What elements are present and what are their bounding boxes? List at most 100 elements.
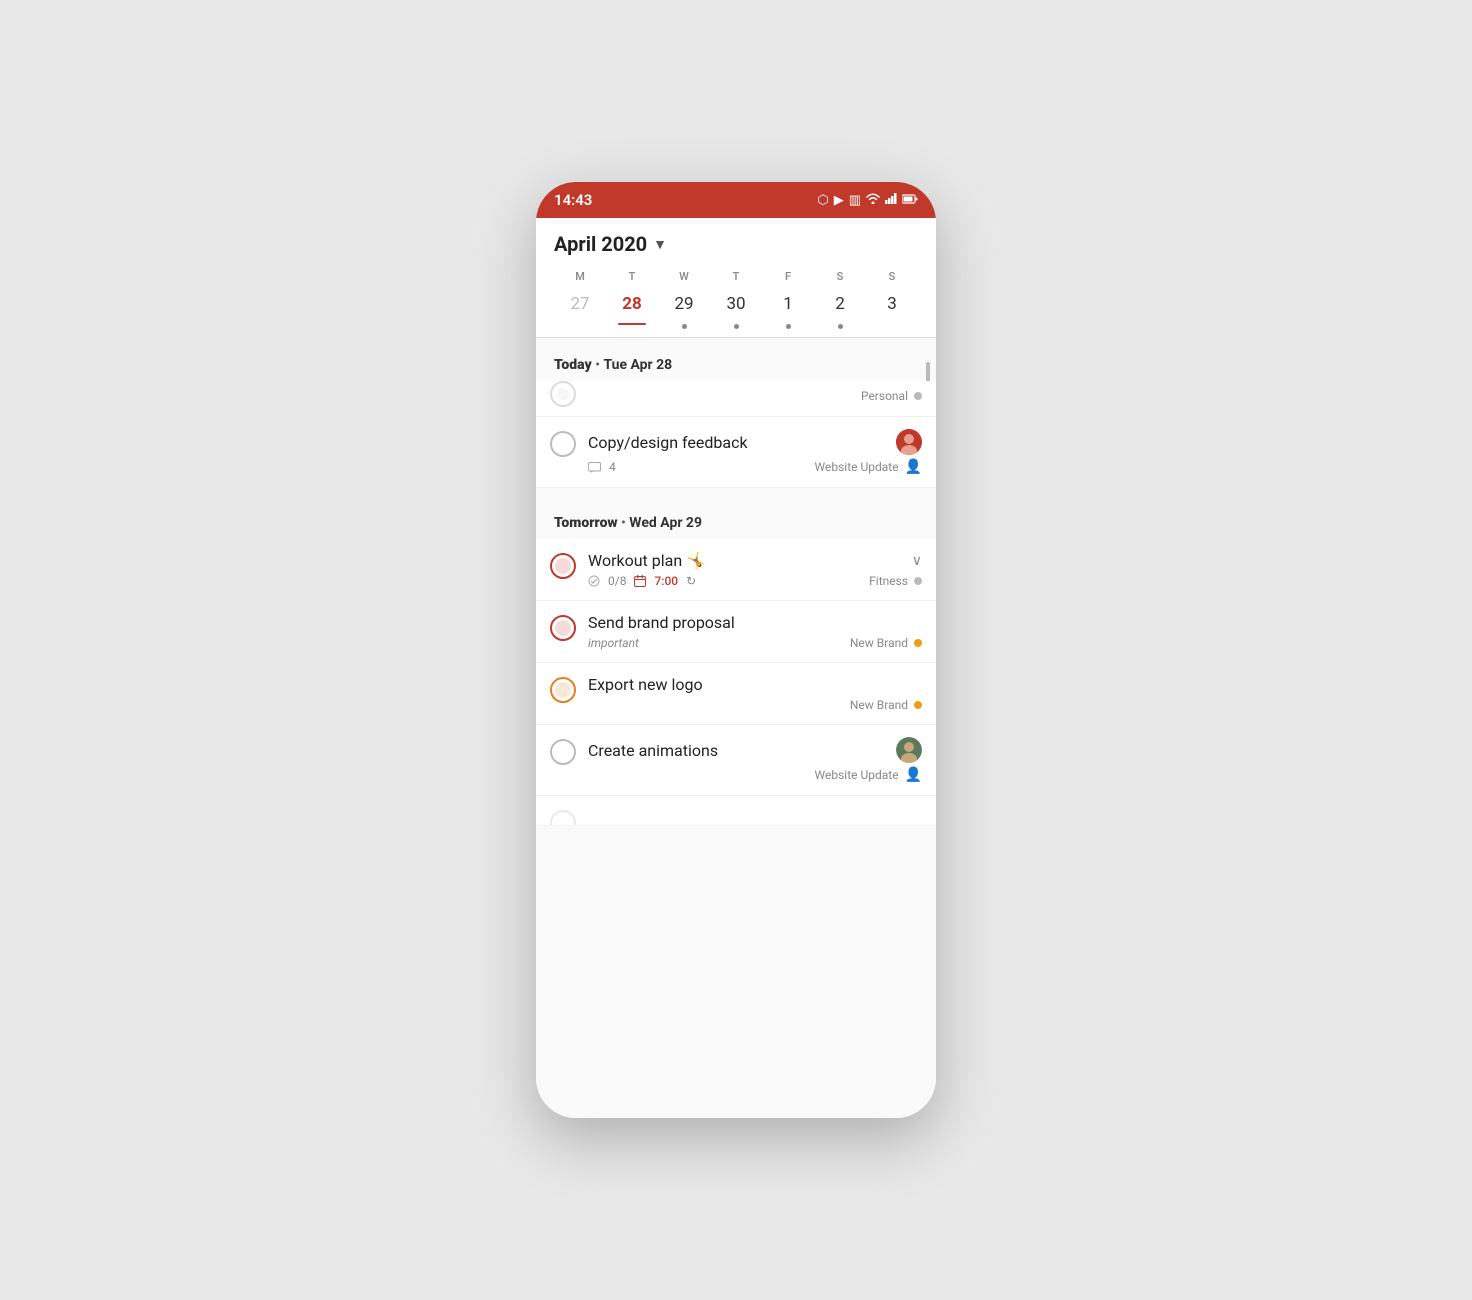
copy-design-checkbox[interactable] [550,431,576,457]
workout-plan-name: Workout plan 🤸 [588,551,706,570]
create-animations-checkbox[interactable] [550,739,576,765]
send-brand-meta: important New Brand [588,636,922,650]
day-num-27: 27 [563,287,597,321]
shared-person-icon: 👤 [905,459,922,475]
create-animations-task-item[interactable]: Create animations [536,725,936,796]
copy-design-meta: 4 Website Update 👤 [588,459,922,475]
workout-plan-body: Workout plan 🤸 ∨ 0/8 [588,551,922,588]
vibrate-icon: ▥ [849,193,861,208]
personal-task-body: Personal [588,385,922,403]
day-col-mon[interactable]: M 27 [554,270,606,333]
copy-design-task-item[interactable]: Copy/design feedback [536,417,936,488]
workout-plan-checkbox[interactable] [550,553,576,579]
month-row[interactable]: April 2020 ▼ [554,232,918,256]
export-logo-project-label: New Brand [850,698,908,712]
day-col-tue[interactable]: T 28 [606,270,658,333]
personal-task-checkbox[interactable] [550,381,576,407]
tomorrow-label: Tomorrow [554,515,618,531]
subtask-icon [588,575,600,587]
copy-design-body: Copy/design feedback [588,429,922,475]
status-icons-group: ⬡ ▶ ▥ [817,193,918,208]
export-logo-meta-right: New Brand [850,698,922,712]
day-col-thu[interactable]: T 30 [710,270,762,333]
send-brand-project-label: New Brand [850,636,908,650]
calendar-header: April 2020 ▼ M 27 T 28 W 29 [536,218,936,338]
calendar-icon [634,575,646,587]
week-row: M 27 T 28 W 29 T 30 [554,270,918,337]
export-logo-meta: New Brand [588,698,922,712]
month-title: April 2020 [554,232,647,256]
day-letter-sat: S [837,270,844,283]
status-time: 14:43 [554,191,592,209]
day-letter-thu: T [733,270,740,283]
day-col-sun[interactable]: S 3 [866,270,918,333]
tomorrow-section-header: Tomorrow • Wed Apr 29 [536,496,936,539]
export-logo-title-row: Export new logo [588,675,922,694]
today-date: Tue Apr 28 [603,357,672,373]
send-brand-body: Send brand proposal important New Brand [588,613,922,650]
day-num-1: 1 [771,287,805,321]
battery-icon [902,193,918,208]
personal-project-dot [914,392,922,400]
day-col-sat[interactable]: S 2 [814,270,866,333]
day-num-30: 30 [719,287,753,321]
day-letter-tue: T [629,270,636,283]
repeat-icon: ↻ [686,574,696,588]
send-brand-title-row: Send brand proposal [588,613,922,632]
wifi-icon [866,193,880,208]
copy-design-name: Copy/design feedback [588,433,748,452]
subtask-count: 0/8 [608,574,626,588]
tomorrow-task-list: Workout plan 🤸 ∨ 0/8 [536,539,936,826]
personal-task-meta-right: Personal [861,389,922,403]
day-letter-sun: S [889,270,896,283]
send-brand-checkbox[interactable] [550,615,576,641]
create-animations-body: Create animations [588,737,922,783]
day-col-fri[interactable]: F 1 [762,270,814,333]
create-animations-meta-right: Website Update 👤 [815,767,922,783]
export-logo-name: Export new logo [588,675,703,694]
day-letter-mon: M [575,270,585,283]
workout-plan-meta: 0/8 7:00 ↻ [588,574,922,588]
month-dropdown-icon[interactable]: ▼ [653,236,667,253]
day-num-3: 3 [875,287,909,321]
workout-plan-task-item[interactable]: Workout plan 🤸 ∨ 0/8 [536,539,936,601]
workout-plan-chevron[interactable]: ∨ [912,553,922,569]
day-col-wed[interactable]: W 29 [658,270,710,333]
cast-icon: ⬡ [817,193,828,208]
copy-design-avatar [896,429,922,455]
day-num-2: 2 [823,287,857,321]
day-dot-fri [786,324,791,329]
workout-time: 7:00 [654,574,678,588]
export-logo-checkbox[interactable] [550,677,576,703]
export-logo-task-item[interactable]: Export new logo New Brand [536,663,936,725]
create-animations-shared-icon: 👤 [905,767,922,783]
video-icon: ▶ [834,193,844,208]
next-task-checkbox[interactable] [550,810,576,826]
copy-design-avatar-img [896,429,922,455]
workout-plan-meta-right: Fitness [869,574,922,588]
day-dot-thu [734,324,739,329]
copy-design-meta-right: Website Update 👤 [815,459,922,475]
create-animations-project-label: Website Update [815,768,899,782]
send-brand-meta-left: important [588,636,639,650]
tomorrow-section-title: Tomorrow • Wed Apr 29 [554,515,702,531]
create-animations-avatar-img [896,737,922,763]
status-bar: 14:43 ⬡ ▶ ▥ [536,182,936,218]
create-animations-name: Create animations [588,741,718,760]
next-section-hint[interactable] [536,796,936,826]
day-dot-wed [682,324,687,329]
create-animations-title-row: Create animations [588,737,922,763]
personal-task-item[interactable]: Personal [536,381,936,417]
today-label: Today [554,357,592,373]
fitness-label: Fitness [869,574,908,588]
today-task-list: Personal Copy/design feedback [536,381,936,488]
comment-icon [588,462,601,473]
workout-plan-meta-left: 0/8 7:00 ↻ [588,574,696,588]
signal-icon [885,193,897,208]
send-brand-task-item[interactable]: Send brand proposal important New Brand [536,601,936,663]
create-animations-avatar [896,737,922,763]
today-section-title: Today • Tue Apr 28 [554,357,672,373]
day-num-28: 28 [615,287,649,321]
personal-task-meta: Personal [588,389,922,403]
send-brand-project-dot [914,639,922,647]
